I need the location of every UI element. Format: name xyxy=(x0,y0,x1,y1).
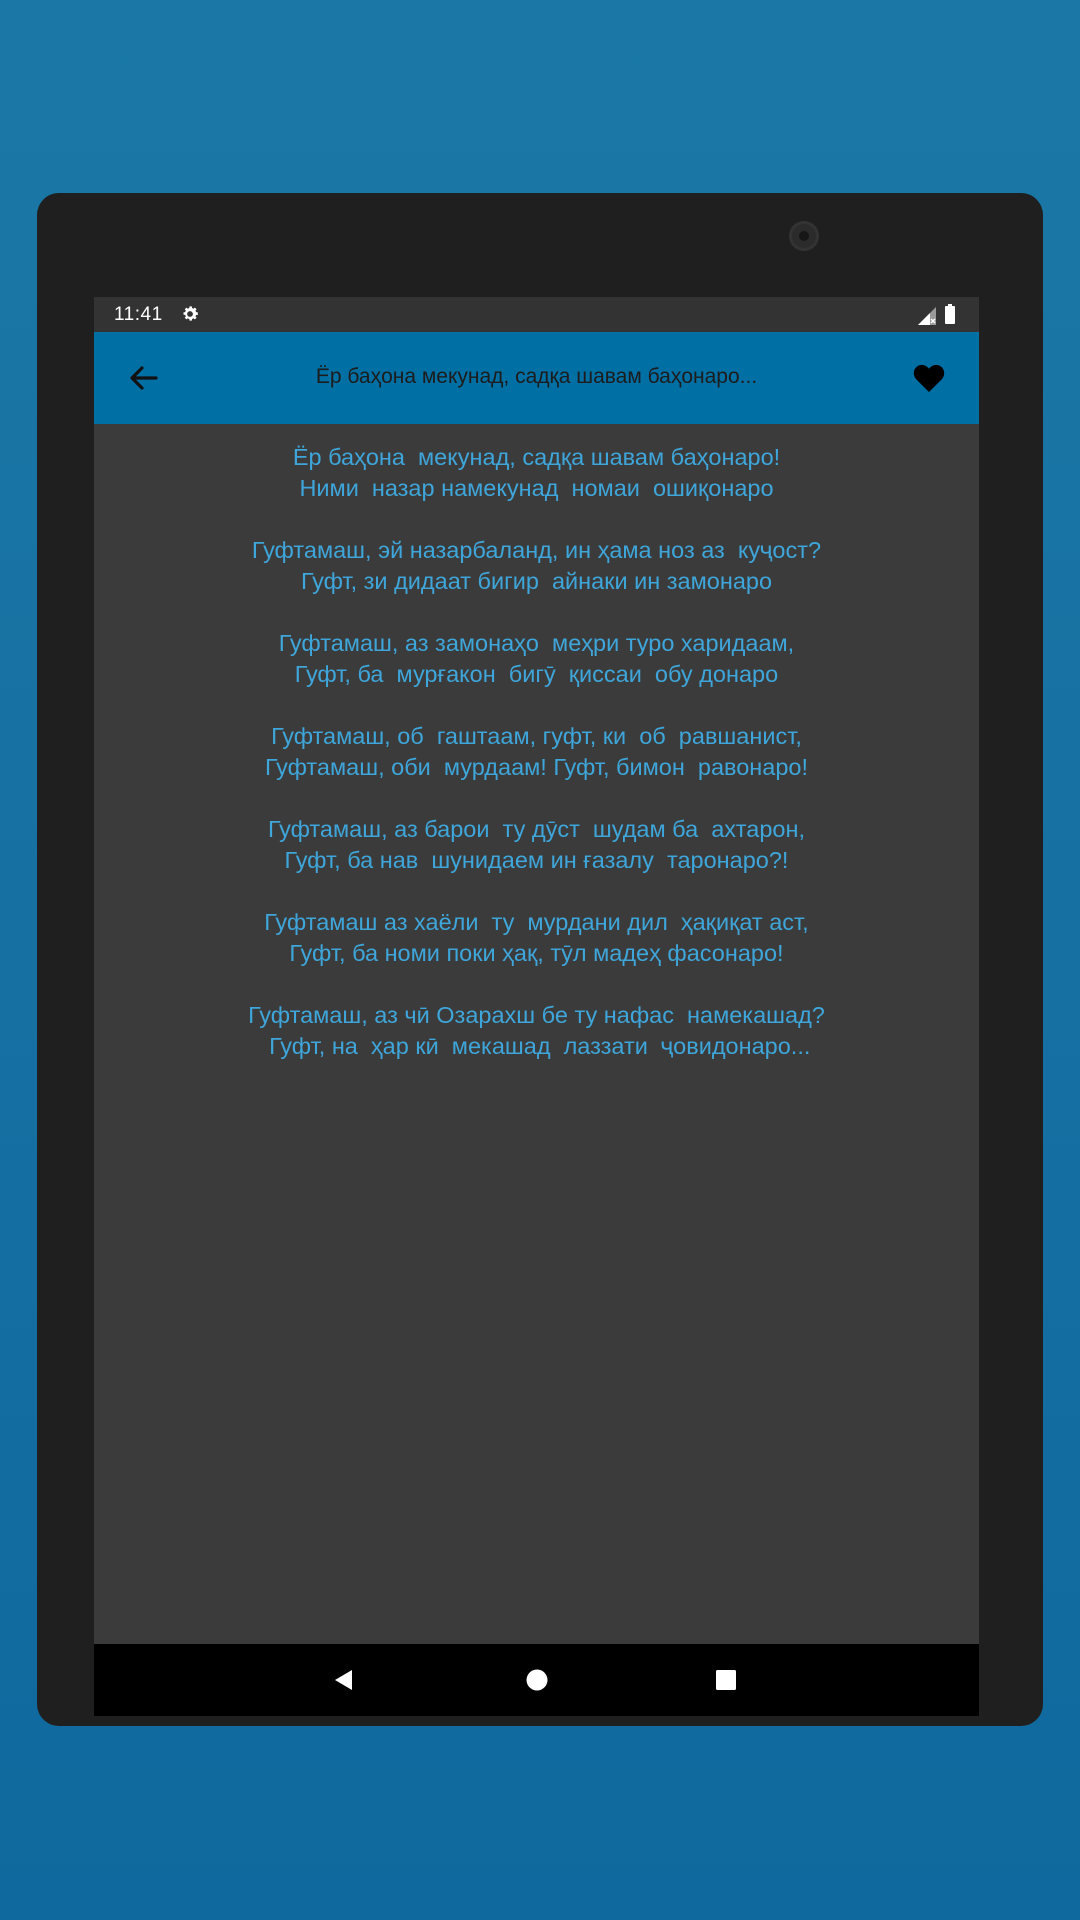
poem-text: Ёр баҳона мекунад, садқа шавам баҳонаро!… xyxy=(94,442,979,1093)
arrow-back-icon[interactable] xyxy=(124,358,164,398)
poem-stanza: Гуфтамаш аз хаёли ту мурдани дил ҳақиқат… xyxy=(94,907,979,969)
nav-recents-square-icon[interactable] xyxy=(714,1668,738,1692)
poem-line: Гуфтамаш, об гаштаам, гуфт, ки об равшан… xyxy=(271,723,802,749)
nav-back-triangle-icon[interactable] xyxy=(332,1668,356,1692)
poem-line: Ними назар намекунад номаи ошиқонаро xyxy=(299,475,774,501)
poem-line: Гуфт, ба нав шунидаем ин ғазалу таронаро… xyxy=(284,847,789,873)
poem-line: Гуфтамаш, аз барои ту дӯст шудам ба ахта… xyxy=(267,816,806,842)
system-nav-bar xyxy=(94,1644,979,1716)
signal-icon xyxy=(918,307,936,325)
poem-line: Гуфтамаш, аз чӣ Озарахш бе ту нафас наме… xyxy=(248,1002,825,1028)
status-time: 11:41 xyxy=(114,304,163,325)
poem-line: Гуфт, ба номи поки ҳақ, тӯл мадеҳ фасона… xyxy=(289,940,784,966)
poem-line: Гуфтамаш, оби мурдаам! Гуфт, бимон равон… xyxy=(264,754,809,780)
settings-gear-icon xyxy=(183,306,198,321)
front-camera xyxy=(789,221,819,251)
poem-stanza: Ёр баҳона мекунад, садқа шавам баҳонаро!… xyxy=(94,442,979,504)
poem-line: Гуфтамаш, аз замонаҳо меҳри туро харидаа… xyxy=(278,630,795,656)
poem-stanza: Гуфтамаш, об гаштаам, гуфт, ки об равшан… xyxy=(94,721,979,783)
poem-line: Гуфт, на ҳар кӣ мекашад лаззати ҷовидона… xyxy=(262,1033,811,1059)
device-screen: 11:41 Ёр баҳона мекунад, садқа шавам баҳ… xyxy=(94,297,979,1716)
nav-home-circle-icon[interactable] xyxy=(525,1668,549,1692)
poem-line: Гуфт, ба мурғакон бигӯ қиссаи обу донаро xyxy=(294,661,779,687)
poem-line: Гуфтамаш, эй назарбаланд, ин ҳама ноз аз… xyxy=(251,537,822,563)
heart-icon[interactable] xyxy=(912,362,946,394)
tablet-frame: 11:41 Ёр баҳона мекунад, садқа шавам баҳ… xyxy=(37,193,1043,1726)
page-title: Ёр баҳона мекунад, садқа шавам баҳонаро.… xyxy=(315,365,758,388)
status-bar: 11:41 xyxy=(94,297,979,332)
poem-stanza: Гуфтамаш, аз замонаҳо меҳри туро харидаа… xyxy=(94,628,979,690)
poem-stanza: Гуфтамаш, аз чӣ Озарахш бе ту нафас наме… xyxy=(94,1000,979,1062)
battery-icon xyxy=(945,304,955,324)
poem-line: Гуфт, зи дидаат бигир айнаки ин замонаро xyxy=(300,568,773,594)
poem-line: Ёр баҳона мекунад, садқа шавам баҳонаро! xyxy=(292,444,781,470)
poem-stanza: Гуфтамаш, аз барои ту дӯст шудам ба ахта… xyxy=(94,814,979,876)
app-bar: Ёр баҳона мекунад, садқа шавам баҳонаро.… xyxy=(94,332,979,424)
poem-line: Гуфтамаш аз хаёли ту мурдани дил ҳақиқат… xyxy=(264,909,809,935)
poem-stanza: Гуфтамаш, эй назарбаланд, ин ҳама ноз аз… xyxy=(94,535,979,597)
